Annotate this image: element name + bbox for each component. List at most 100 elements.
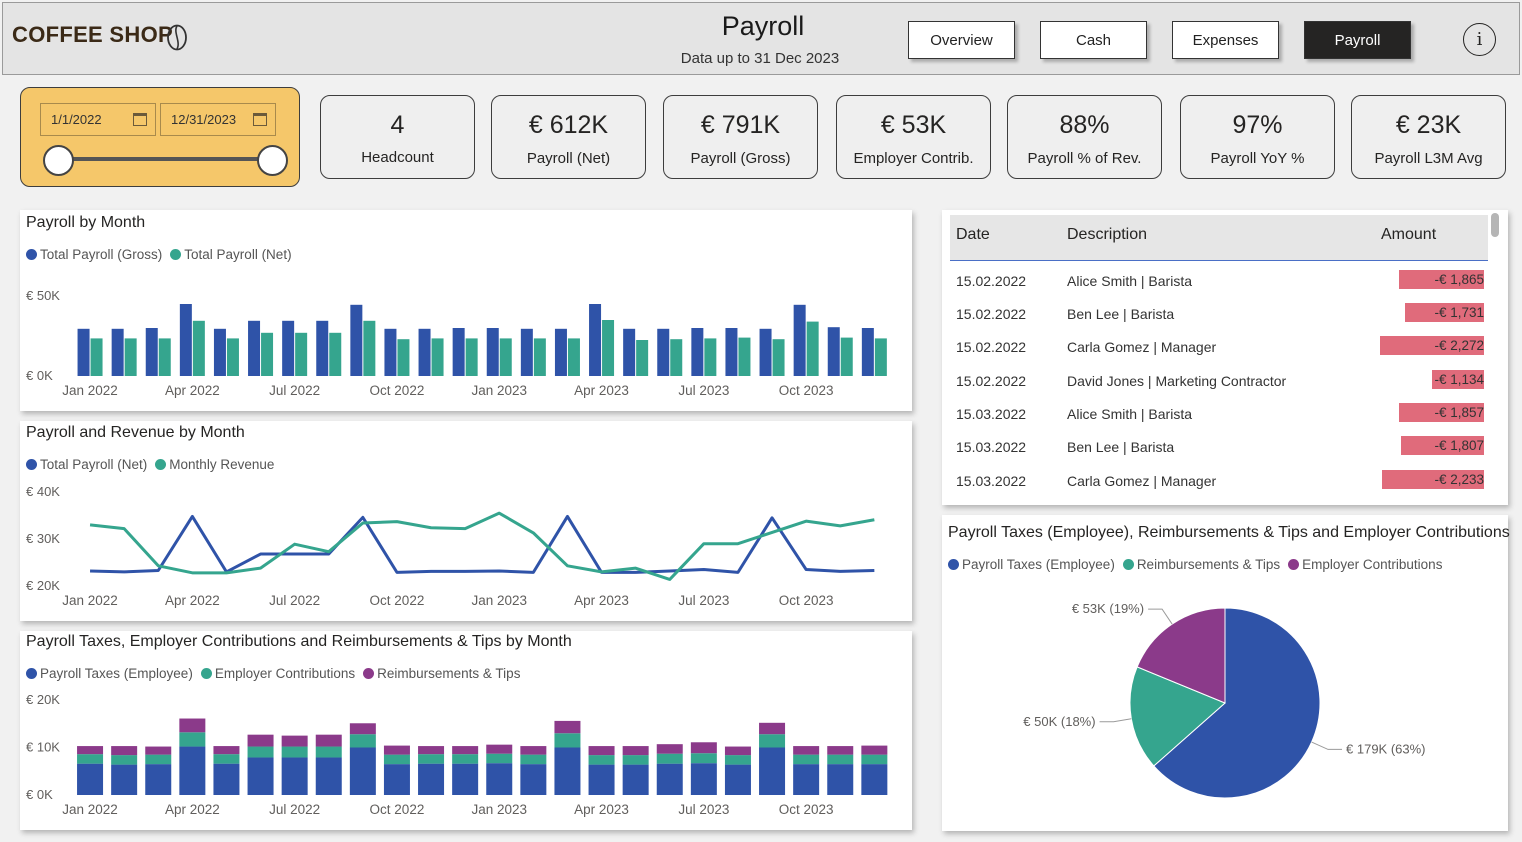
table-row[interactable]: 15.02.2022 Alice Smith | Barista -€ 1,86…: [950, 263, 1488, 296]
nav-cash-button[interactable]: Cash: [1040, 21, 1147, 59]
payroll-by-month-chart[interactable]: € 0K € 50K Jan 2022 Apr 2022 Jul 2022 Oct 202…: [20, 280, 912, 408]
legend-marker: [26, 249, 37, 260]
legend-item[interactable]: Reimbursements & Tips: [1122, 557, 1280, 572]
cell-date: 15.02.2022: [956, 273, 1027, 289]
x-tick-label: Apr 2022: [165, 383, 220, 398]
bar-gross: [77, 328, 90, 376]
bar-net: [465, 338, 478, 376]
table-row[interactable]: 15.03.2022 Carla Gomez | Manager -€ 2,23…: [950, 463, 1488, 496]
column-header-amount[interactable]: Amount: [1381, 226, 1436, 244]
bar-net: [772, 339, 785, 376]
legend-label: Employer Contributions: [214, 666, 356, 681]
payroll-taxes-pie-chart[interactable]: € 179K (63%) € 50K (18%) € 53K (19%): [942, 580, 1508, 828]
nav-overview-button[interactable]: Overview: [908, 21, 1015, 59]
bar-employer-contrib: [111, 755, 138, 765]
bar-reimbursements-tips: [827, 746, 854, 755]
chart-title: Payroll Taxes, Employer Contributions an…: [26, 633, 572, 650]
bar-payroll-taxes: [554, 747, 581, 795]
bar-gross: [145, 328, 158, 376]
bar-employer-contrib: [452, 754, 479, 764]
table-header: Date Description Amount: [950, 215, 1488, 261]
info-button[interactable]: i: [1463, 23, 1496, 56]
legend-label: Employer Contributions: [1302, 557, 1443, 572]
cell-amount: -€ 1,134: [1434, 372, 1484, 387]
x-tick-label: Jul 2022: [269, 593, 320, 608]
cell-description: Alice Smith | Barista: [1067, 406, 1193, 422]
bar-net: [397, 339, 410, 376]
bar-payroll-taxes: [315, 757, 342, 795]
cell-description: Carla Gomez | Manager: [1067, 473, 1217, 489]
bar-net: [806, 321, 819, 376]
bar-payroll-taxes: [861, 764, 888, 795]
date-slider-end-handle[interactable]: [257, 145, 288, 176]
calendar-icon[interactable]: [253, 113, 267, 126]
bar-gross: [554, 328, 567, 376]
x-tick-label: Oct 2022: [370, 593, 425, 608]
table-row[interactable]: 15.02.2022 Carla Gomez | Manager -€ 2,27…: [950, 329, 1488, 362]
cell-description: Ben Lee | Barista: [1067, 439, 1175, 455]
bar-employer-contrib: [690, 753, 717, 764]
legend-marker: [363, 668, 375, 679]
taxes-by-month-chart[interactable]: € 0K € 10K € 20K Jan 2022 Apr 2022 Jul 2022 Oc…: [20, 690, 912, 822]
table-row[interactable]: 15.02.2022 Ben Lee | Barista -€ 1,731: [950, 296, 1488, 329]
bar-payroll-taxes: [247, 757, 274, 795]
nav-expenses-button[interactable]: Expenses: [1172, 21, 1279, 59]
bar-employer-contrib: [486, 753, 513, 764]
kpi-card-payroll-pct-rev: 88% Payroll % of Rev.: [1007, 95, 1162, 179]
cell-date: 15.03.2022: [956, 473, 1027, 489]
legend-item[interactable]: Employer Contributions: [200, 666, 356, 681]
kpi-card-employer-contrib: € 53K Employer Contrib.: [836, 95, 991, 179]
bar-net: [295, 332, 308, 376]
bar-gross: [827, 327, 840, 376]
bar-gross: [179, 304, 192, 376]
x-tick-label: Apr 2023: [574, 383, 629, 398]
bar-payroll-taxes: [213, 763, 240, 795]
legend-item[interactable]: Payroll Taxes (Employee): [948, 557, 1115, 572]
bar-reimbursements-tips: [452, 746, 479, 755]
cell-amount: -€ 2,272: [1434, 338, 1484, 353]
date-slider-track[interactable]: [58, 157, 272, 161]
bar-reimbursements-tips: [247, 734, 274, 747]
bar-reimbursements-tips: [418, 746, 445, 755]
bar-employer-contrib: [861, 754, 888, 765]
bar-payroll-taxes: [281, 757, 308, 795]
cell-amount: -€ 1,857: [1434, 405, 1484, 420]
payroll-revenue-chart[interactable]: € 20K € 30K € 40K Jan 2022 Apr 2022 Jul 2022 O…: [20, 480, 912, 616]
bar-gross: [248, 320, 261, 376]
table-row[interactable]: 15.03.2022 Alice Smith | Barista -€ 1,85…: [950, 396, 1488, 429]
legend-item[interactable]: Employer Contributions: [1288, 557, 1442, 572]
bar-employer-contrib: [520, 754, 547, 765]
end-date-input[interactable]: 12/31/2023: [160, 103, 276, 136]
table-row[interactable]: 15.02.2022 David Jones | Marketing Contr…: [950, 363, 1488, 396]
table-row[interactable]: 15.03.2022 Ben Lee | Barista -€ 1,807: [950, 429, 1488, 462]
table-scrollbar[interactable]: [1491, 213, 1499, 237]
x-tick-label: Oct 2023: [779, 383, 834, 398]
calendar-icon[interactable]: [133, 113, 147, 126]
legend-label: Total Payroll (Gross): [40, 247, 163, 262]
legend-item[interactable]: Total Payroll (Net): [170, 247, 292, 262]
kpi-card-payroll-l3m-avg: € 23K Payroll L3M Avg: [1351, 95, 1506, 179]
bar-reimbursements-tips: [554, 720, 581, 734]
bar-employer-contrib: [145, 754, 172, 765]
legend-item[interactable]: Total Payroll (Gross): [26, 247, 162, 262]
date-slider-start-handle[interactable]: [43, 145, 74, 176]
bar-net: [602, 320, 615, 376]
chart-title: Payroll Taxes (Employee), Reimbursements…: [948, 524, 1510, 541]
chart-legend: Total Payroll (Net) Monthly Revenue: [26, 457, 274, 472]
legend-item[interactable]: Payroll Taxes (Employee): [26, 666, 193, 681]
column-header-description[interactable]: Description: [1067, 226, 1147, 244]
cell-date: 15.02.2022: [956, 306, 1027, 322]
column-header-date[interactable]: Date: [956, 226, 990, 244]
legend-item[interactable]: Total Payroll (Net): [26, 457, 147, 472]
bar-gross: [725, 328, 738, 376]
cell-amount: -€ 1,731: [1434, 305, 1484, 320]
kpi-value: € 53K: [880, 111, 947, 139]
bar-gross: [793, 304, 806, 376]
legend-item[interactable]: Reimbursements & Tips: [363, 666, 520, 681]
nav-payroll-button[interactable]: Payroll: [1304, 21, 1411, 59]
bar-employer-contrib: [793, 754, 820, 765]
y-tick-label: € 0K: [26, 787, 53, 802]
chart-title: Payroll and Revenue by Month: [26, 424, 245, 441]
legend-item[interactable]: Monthly Revenue: [155, 457, 274, 472]
start-date-input[interactable]: 1/1/2022: [40, 103, 156, 136]
